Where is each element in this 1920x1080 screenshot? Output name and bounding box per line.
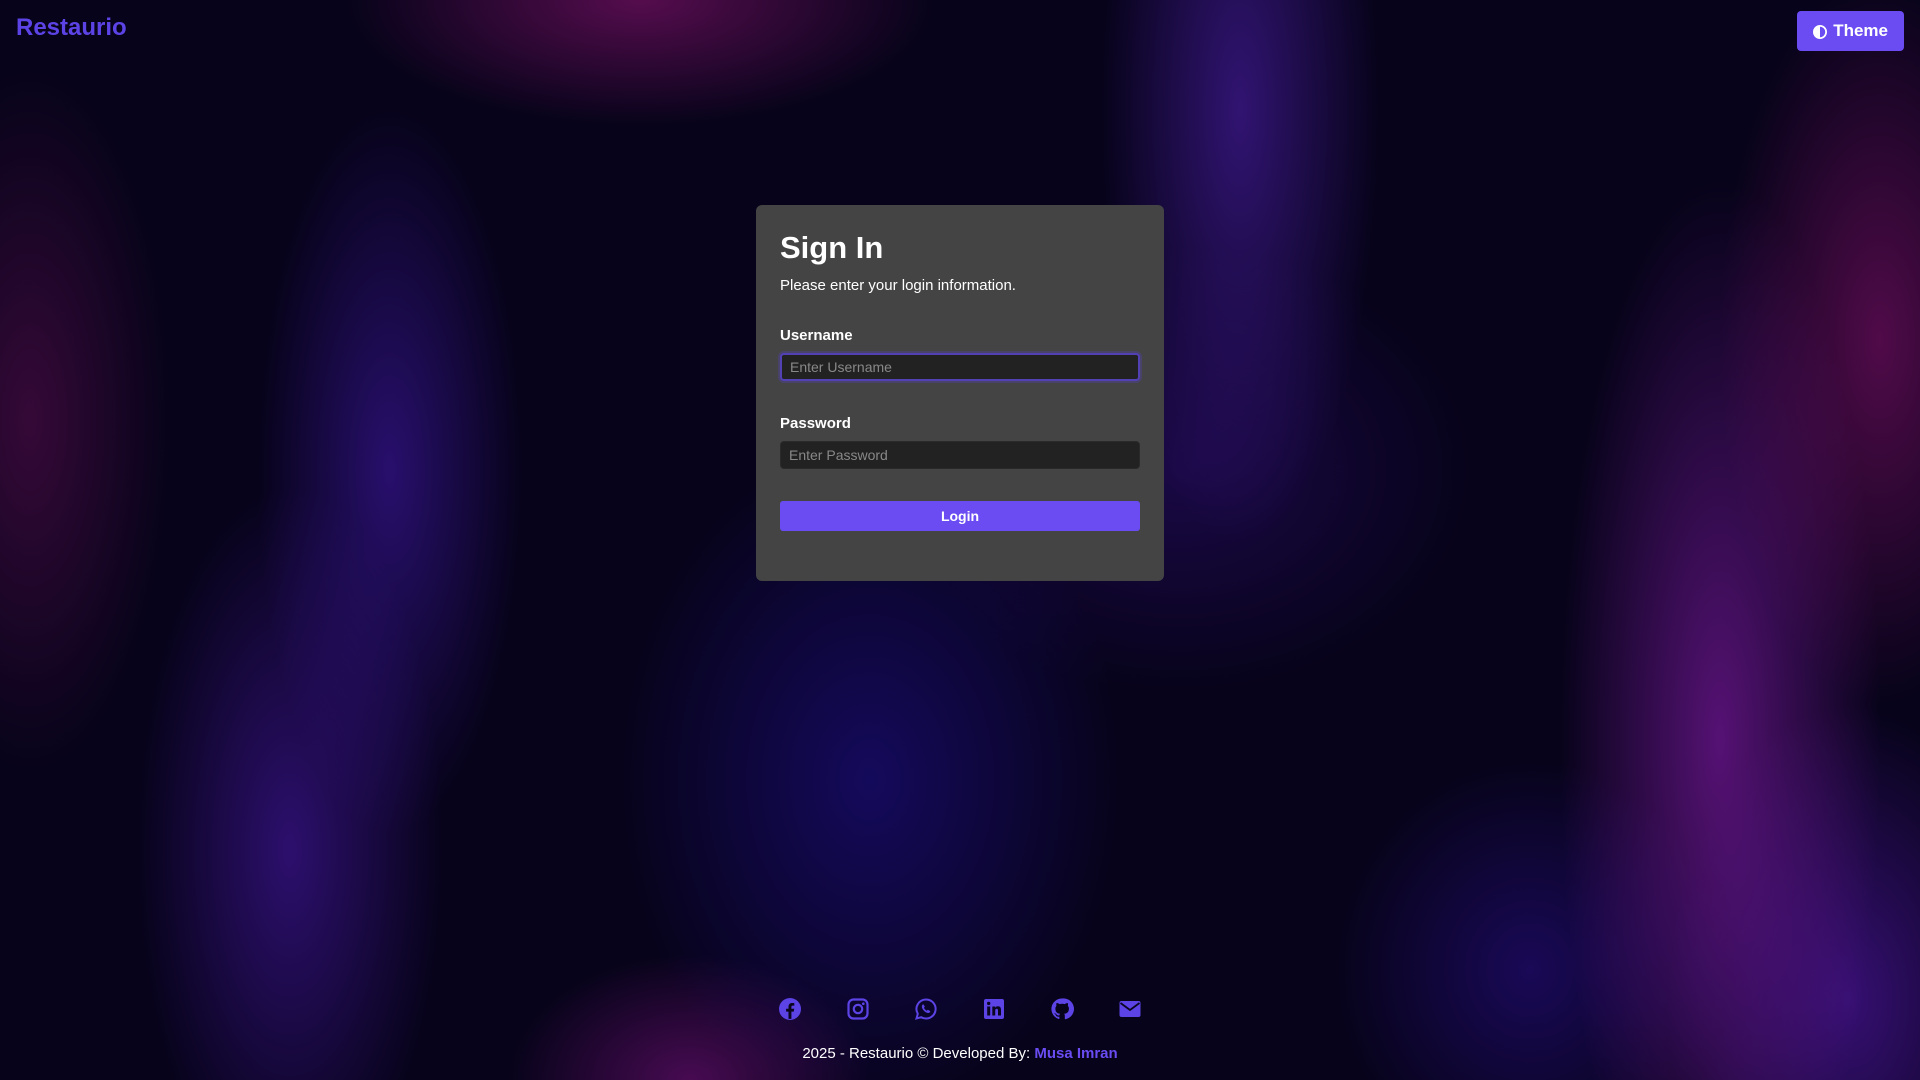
sign-in-subtitle: Please enter your login information. <box>780 277 1016 295</box>
brand-logo-text[interactable]: Restaurio <box>16 14 127 42</box>
theme-toggle-button[interactable]: Theme <box>1797 11 1904 51</box>
linkedin-icon[interactable] <box>982 997 1006 1021</box>
footer-text: 2025 - Restaurio © Developed By: <box>802 1045 1035 1062</box>
email-icon[interactable] <box>1118 997 1142 1021</box>
github-icon[interactable] <box>1050 997 1074 1021</box>
password-input[interactable] <box>780 441 1140 470</box>
theme-button-label: Theme <box>1833 21 1888 40</box>
sign-in-title: Sign In <box>780 230 884 265</box>
whatsapp-icon[interactable] <box>914 997 938 1021</box>
password-label: Password <box>780 415 851 433</box>
username-label: Username <box>780 327 853 345</box>
username-input[interactable] <box>780 353 1140 382</box>
half-circle-icon <box>1813 24 1828 39</box>
sign-in-card: Sign In Please enter your login informat… <box>756 205 1164 581</box>
facebook-icon[interactable] <box>778 997 802 1021</box>
author-link[interactable]: Musa Imran <box>1034 1045 1117 1062</box>
instagram-icon[interactable] <box>846 997 870 1021</box>
social-links <box>0 997 1920 1021</box>
login-button[interactable]: Login <box>780 501 1140 532</box>
footer: 2025 - Restaurio © Developed By: Musa Im… <box>0 1045 1920 1062</box>
